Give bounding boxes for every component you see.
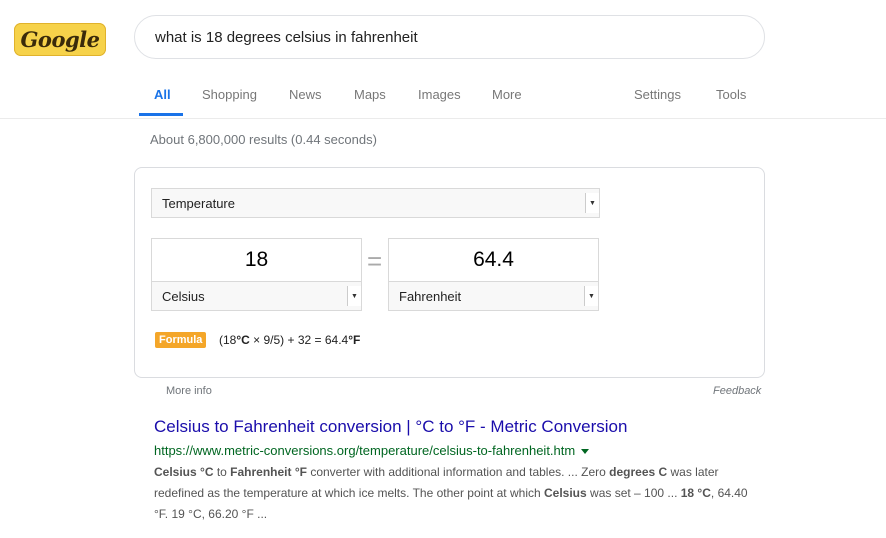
result-url[interactable]: https://www.metric-conversions.org/tempe…	[154, 443, 590, 458]
from-unit-select[interactable]: Celsius ▼	[151, 281, 362, 311]
from-value: 18	[244, 248, 269, 271]
logo-text: Google	[20, 27, 100, 52]
tab-tools[interactable]: Tools	[716, 87, 746, 102]
tab-settings[interactable]: Settings	[634, 87, 681, 102]
from-unit-value: Celsius	[162, 288, 205, 304]
url-dropdown-arrow-icon[interactable]	[581, 449, 590, 455]
tab-images[interactable]: Images	[418, 87, 461, 102]
snippet-segment: 18 °C	[680, 486, 711, 500]
to-value: 64.4	[473, 248, 514, 271]
to-unit-value: Fahrenheit	[399, 288, 462, 304]
formula-text: (18°C × 9/5) + 32 = 64.4°F	[219, 333, 361, 347]
feedback-link[interactable]: Feedback	[713, 385, 761, 397]
snippet-segment: converter with additional information an…	[306, 465, 610, 479]
snippet-segment: Celsius	[544, 486, 587, 500]
formula-badge: Formula	[155, 332, 207, 348]
unit-converter-card: Temperature ▼ 18 Celsius ▼ = 64.4 Fahren…	[134, 167, 765, 378]
to-unit-select[interactable]: Fahrenheit ▼	[388, 281, 599, 311]
snippet-segment: was set – 100 ...	[586, 486, 681, 500]
result-stats: About 6,800,000 results (0.44 seconds)	[150, 132, 377, 147]
unit-type-value: Temperature	[162, 195, 235, 211]
to-value-input[interactable]: 64.4	[388, 238, 599, 282]
from-value-input[interactable]: 18	[151, 238, 362, 282]
snippet-segment: Fahrenheit °F	[230, 465, 307, 479]
chevron-down-icon: ▼	[347, 286, 361, 306]
tab-all[interactable]: All	[154, 87, 171, 102]
search-tabs: All Shopping News Maps Images More Setti…	[0, 86, 886, 119]
result-url-text: https://www.metric-conversions.org/tempe…	[154, 443, 576, 458]
active-tab-indicator	[139, 113, 183, 116]
chevron-down-icon: ▼	[584, 286, 598, 306]
equals-sign: =	[367, 246, 383, 276]
tab-news[interactable]: News	[289, 87, 322, 102]
snippet-segment: Celsius °C	[154, 465, 214, 479]
google-logo[interactable]: Google	[14, 23, 106, 56]
more-info-link[interactable]: More info	[166, 385, 212, 397]
snippet-segment: to	[213, 465, 231, 479]
chevron-down-icon: ▼	[585, 193, 599, 213]
unit-type-select[interactable]: Temperature ▼	[151, 188, 600, 218]
search-query: what is 18 degrees celsius in fahrenheit	[155, 28, 418, 46]
search-input[interactable]: what is 18 degrees celsius in fahrenheit	[134, 15, 765, 59]
tab-maps[interactable]: Maps	[354, 87, 386, 102]
tab-shopping[interactable]: Shopping	[202, 87, 257, 102]
result-snippet: Celsius °C to Fahrenheit °F converter wi…	[154, 462, 754, 525]
snippet-segment: degrees C	[609, 465, 668, 479]
result-title-link[interactable]: Celsius to Fahrenheit conversion | °C to…	[154, 417, 627, 437]
tab-more[interactable]: More	[492, 87, 522, 102]
